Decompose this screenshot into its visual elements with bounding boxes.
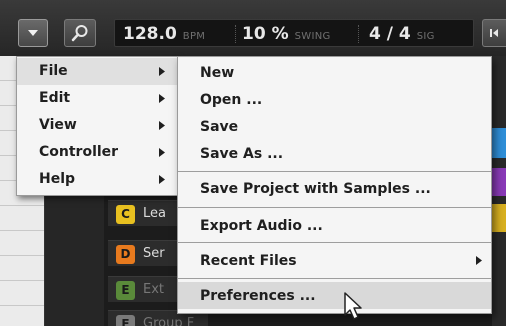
- chevron-right-icon: [159, 67, 165, 76]
- group-letter: C: [116, 205, 135, 224]
- menu-item-view[interactable]: View: [17, 112, 177, 139]
- chevron-right-icon: [159, 121, 165, 130]
- signature-value: 4 / 4: [369, 24, 411, 44]
- menu-item-label: Save As ...: [200, 146, 284, 162]
- color-strip-purple: [492, 168, 506, 196]
- group-letter: F: [116, 315, 135, 326]
- menu-item-controller[interactable]: Controller: [17, 139, 177, 166]
- menu-separator: [178, 171, 491, 172]
- skip-back-button[interactable]: [482, 19, 506, 47]
- menu-separator: [178, 242, 491, 243]
- group-name: Ext: [143, 282, 165, 297]
- search-icon: [71, 25, 88, 42]
- divider: [358, 25, 359, 43]
- menu-item-label: Export Audio ...: [200, 218, 323, 234]
- group-letter: D: [116, 245, 135, 264]
- menu-separator: [178, 207, 491, 208]
- divider: [235, 25, 236, 43]
- swing-field[interactable]: 10 % SWING: [242, 22, 331, 46]
- transport-display: 128.0 BPM 10 % SWING 4 / 4 SIG: [114, 19, 474, 47]
- menu-item-label: Save: [200, 119, 239, 135]
- menu-item-label: Preferences ...: [200, 288, 316, 304]
- signature-field[interactable]: 4 / 4 SIG: [369, 22, 435, 46]
- group-name: Ser: [143, 246, 165, 261]
- menu-item-label: Open ...: [200, 92, 263, 108]
- swing-value: 10 %: [242, 24, 289, 44]
- chevron-right-icon: [159, 175, 165, 184]
- menu-item-save[interactable]: Save: [178, 113, 491, 140]
- triangle-down-icon: [28, 30, 38, 36]
- chevron-right-icon: [159, 94, 165, 103]
- menu-item-recent-files[interactable]: Recent Files: [178, 247, 491, 274]
- tempo-field[interactable]: 128.0 BPM: [123, 22, 205, 46]
- skip-back-icon: [490, 29, 498, 37]
- menu-item-help[interactable]: Help: [17, 166, 177, 193]
- menu-item-label: Controller: [39, 144, 119, 160]
- color-strip-blue: [492, 128, 506, 158]
- menu-item-label: Edit: [39, 90, 71, 106]
- tempo-value: 128.0: [123, 24, 177, 44]
- menu-item-open[interactable]: Open ...: [178, 86, 491, 113]
- search-button[interactable]: [64, 19, 96, 47]
- group-name: Lea: [143, 206, 166, 221]
- menu-item-edit[interactable]: Edit: [17, 85, 177, 112]
- chevron-right-icon: [476, 256, 482, 265]
- menu-item-file[interactable]: File: [17, 58, 177, 85]
- menu-item-preferences[interactable]: Preferences ...: [178, 282, 491, 309]
- menu-item-label: Save Project with Samples ...: [200, 181, 431, 197]
- group-letter: E: [116, 281, 135, 300]
- menu-item-label: New: [200, 65, 235, 81]
- menu-item-label: File: [39, 63, 68, 79]
- menu-item-label: View: [39, 117, 77, 133]
- menu-item-new[interactable]: New: [178, 59, 491, 86]
- main-menu: File Edit View Controller Help: [16, 56, 178, 196]
- color-strip-yellow: [492, 204, 506, 232]
- group-name: Group F: [143, 316, 195, 326]
- menu-item-label: Recent Files: [200, 253, 297, 269]
- main-menu-button[interactable]: [18, 19, 48, 47]
- signature-unit: SIG: [416, 31, 435, 42]
- top-toolbar: 128.0 BPM 10 % SWING 4 / 4 SIG: [0, 0, 506, 56]
- menu-separator: [178, 278, 491, 279]
- menu-item-save-as[interactable]: Save As ...: [178, 140, 491, 167]
- menu-item-save-project-with-samples[interactable]: Save Project with Samples ...: [178, 175, 491, 202]
- menu-item-label: Help: [39, 171, 76, 187]
- file-submenu: New Open ... Save Save As ... Save Proje…: [177, 56, 492, 314]
- swing-unit: SWING: [294, 31, 331, 42]
- chevron-right-icon: [159, 148, 165, 157]
- tempo-unit: BPM: [182, 31, 206, 42]
- menu-item-export-audio[interactable]: Export Audio ...: [178, 212, 491, 239]
- mouse-pointer-icon: [344, 292, 362, 320]
